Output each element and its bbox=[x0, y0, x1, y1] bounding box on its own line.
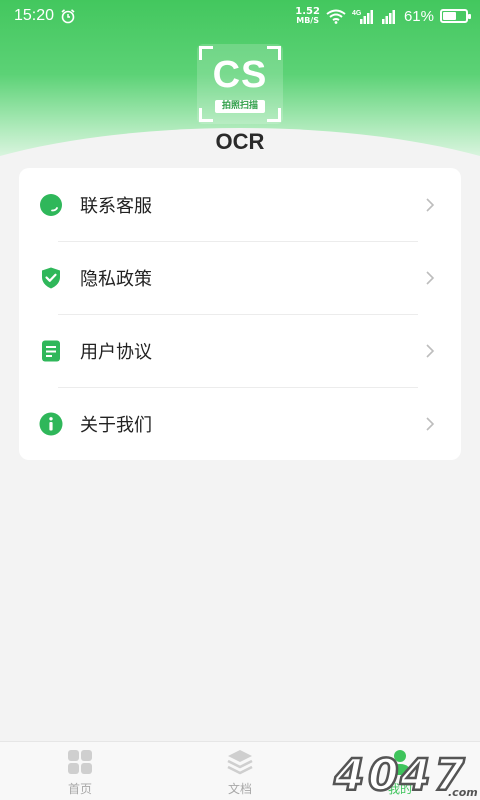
document-icon bbox=[42, 340, 60, 361]
svg-text:4: 4 bbox=[399, 750, 431, 800]
battery-level-fill bbox=[443, 12, 456, 20]
settings-menu-card: 联系客服 隐私政策 用户协议 关于我们 bbox=[19, 168, 461, 460]
menu-item-contact-support[interactable]: 联系客服 bbox=[19, 168, 461, 241]
signal-4g-icon: 4G bbox=[352, 10, 373, 24]
chevron-right-icon bbox=[426, 416, 435, 431]
menu-item-label: 关于我们 bbox=[80, 414, 152, 436]
svg-text:4: 4 bbox=[333, 750, 365, 800]
logo-text: CS bbox=[212, 54, 268, 96]
grid-icon bbox=[68, 750, 92, 774]
wifi-icon bbox=[326, 9, 346, 24]
menu-item-about-us[interactable]: 关于我们 bbox=[19, 387, 461, 460]
menu-item-label: 联系客服 bbox=[80, 195, 152, 217]
header-banner: 15:20 1.52 MB/S 4G 61% CS 拍照扫描 OCR bbox=[0, 0, 480, 165]
tab-label: 文档 bbox=[227, 782, 252, 796]
watermark-logo: 4 0 4 7 .com bbox=[332, 749, 478, 800]
menu-item-label: 用户协议 bbox=[80, 341, 152, 363]
signal-icon bbox=[381, 10, 395, 24]
app-name: OCR bbox=[215, 129, 265, 154]
logo-subtext: 拍照扫描 bbox=[215, 100, 265, 113]
layers-icon bbox=[227, 750, 253, 775]
battery-percent: 61% bbox=[403, 7, 434, 25]
tab-documents[interactable]: 文档 bbox=[190, 742, 290, 800]
chevron-right-icon bbox=[426, 270, 435, 285]
shield-check-icon bbox=[42, 267, 60, 288]
battery-icon bbox=[440, 9, 471, 23]
alarm-icon bbox=[61, 9, 75, 24]
chevron-right-icon bbox=[426, 343, 435, 358]
svg-text:0: 0 bbox=[368, 750, 399, 800]
svg-text:.com: .com bbox=[448, 786, 478, 799]
scan-corner-icon bbox=[199, 108, 213, 122]
tab-label: 首页 bbox=[67, 782, 92, 796]
menu-item-privacy-policy[interactable]: 隐私政策 bbox=[19, 241, 461, 314]
tab-home[interactable]: 首页 bbox=[30, 742, 130, 800]
chevron-right-icon bbox=[426, 197, 435, 212]
app-logo: CS 拍照扫描 bbox=[197, 44, 283, 124]
menu-item-user-agreement[interactable]: 用户协议 bbox=[19, 314, 461, 387]
headset-icon bbox=[40, 193, 62, 216]
status-bar: 15:20 1.52 MB/S 4G 61% bbox=[0, 0, 480, 32]
status-time: 15:20 bbox=[14, 7, 55, 24]
network-type-label: 4G bbox=[352, 10, 362, 17]
scan-corner-icon bbox=[267, 108, 281, 122]
network-speed-unit: MB/S bbox=[296, 16, 319, 25]
network-speed: 1.52 MB/S bbox=[295, 6, 320, 26]
info-icon bbox=[39, 412, 63, 435]
menu-item-label: 隐私政策 bbox=[80, 268, 152, 290]
network-speed-value: 1.52 bbox=[295, 6, 320, 17]
